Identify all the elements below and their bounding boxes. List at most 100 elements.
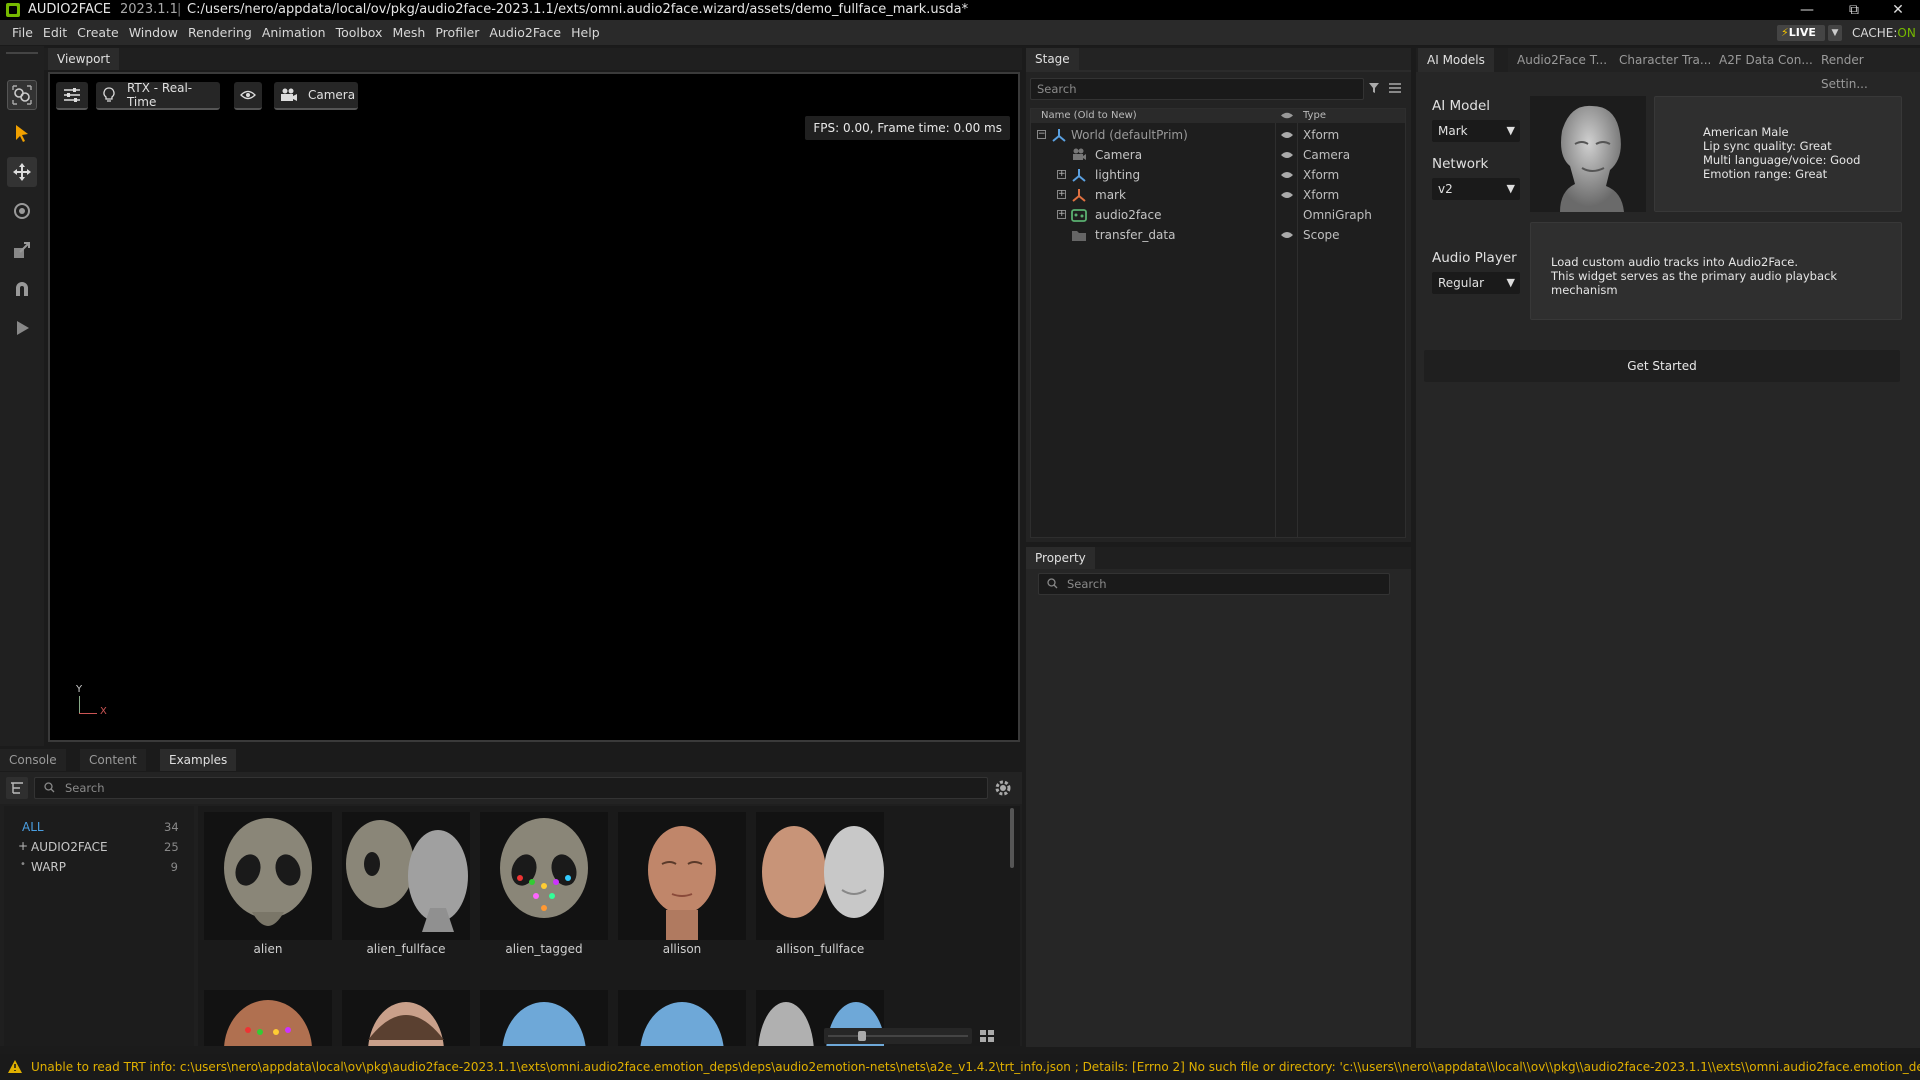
stage-row-lighting[interactable]: + lighting Xform bbox=[1031, 165, 1405, 185]
eye-icon[interactable] bbox=[1281, 150, 1293, 160]
eye-icon[interactable] bbox=[1281, 130, 1293, 140]
category-item-audio2face[interactable]: + AUDIO2FACE 25 bbox=[4, 838, 194, 856]
grid-view-icon[interactable] bbox=[980, 1030, 994, 1042]
viewport-settings-button[interactable] bbox=[56, 82, 88, 110]
model-info-line: Lip sync quality: Great bbox=[1703, 139, 1832, 153]
ai-model-dropdown[interactable]: Mark ▼ bbox=[1432, 120, 1520, 142]
collapse-icon[interactable]: − bbox=[1037, 130, 1046, 139]
expand-icon[interactable]: + bbox=[1057, 170, 1066, 179]
model-info-line: Emotion range: Great bbox=[1703, 167, 1828, 181]
thumbnail-row2-3[interactable] bbox=[480, 990, 608, 1046]
select-arrow-icon[interactable] bbox=[7, 118, 37, 148]
thumbnail-alien-fullface[interactable] bbox=[342, 812, 470, 940]
category-name: WARP bbox=[31, 860, 66, 874]
menu-profiler[interactable]: Profiler bbox=[430, 20, 484, 46]
stage-row-mark[interactable]: + mark Xform bbox=[1031, 185, 1405, 205]
restore-icon[interactable]: ⧉ bbox=[1834, 0, 1874, 20]
tab-property[interactable]: Property bbox=[1026, 547, 1095, 569]
menu-lines-icon[interactable] bbox=[1388, 82, 1402, 94]
expand-icon[interactable]: + bbox=[18, 839, 28, 853]
thumbnail-allison[interactable] bbox=[618, 812, 746, 940]
tab-render-settings[interactable]: Render Settin... bbox=[1812, 48, 1920, 91]
col-name-header[interactable]: Name (Old to New) bbox=[1041, 110, 1137, 121]
category-item-warp[interactable]: • WARP 9 bbox=[4, 858, 194, 876]
vertical-scrollbar[interactable] bbox=[1010, 808, 1014, 868]
left-toolbar bbox=[0, 46, 44, 746]
live-button[interactable]: ⚡LIVE bbox=[1777, 25, 1825, 41]
filter-icon[interactable] bbox=[1368, 82, 1380, 94]
select-mode-icon[interactable] bbox=[7, 80, 37, 110]
eye-icon[interactable] bbox=[1281, 170, 1293, 180]
menu-audio2face[interactable]: Audio2Face bbox=[484, 20, 566, 46]
model-info-line: American Male bbox=[1703, 125, 1789, 139]
menu-toolbox[interactable]: Toolbox bbox=[331, 20, 388, 46]
zoom-slider[interactable] bbox=[824, 1028, 972, 1044]
property-search-input[interactable]: Search bbox=[1038, 573, 1390, 595]
expand-icon[interactable]: + bbox=[1057, 210, 1066, 219]
tab-audio2face-tool[interactable]: Audio2Face T... bbox=[1508, 48, 1617, 72]
minimize-icon[interactable]: — bbox=[1787, 0, 1827, 20]
tab-character-transfer[interactable]: Character Tra... bbox=[1610, 48, 1721, 72]
category-count: 34 bbox=[164, 820, 179, 834]
eye-icon[interactable] bbox=[1281, 190, 1293, 200]
folder-icon bbox=[1072, 231, 1086, 241]
tab-console[interactable]: Console bbox=[0, 749, 66, 771]
examples-search-input[interactable]: Search bbox=[34, 777, 988, 799]
visibility-button[interactable] bbox=[234, 82, 262, 110]
menu-create[interactable]: Create bbox=[72, 20, 124, 46]
thumbnail-row2-2[interactable] bbox=[342, 990, 470, 1046]
menu-file[interactable]: File bbox=[7, 20, 38, 46]
rotate-tool-icon[interactable] bbox=[7, 196, 37, 226]
col-type-header[interactable]: Type bbox=[1303, 110, 1326, 121]
get-started-button[interactable]: Get Started bbox=[1424, 350, 1900, 382]
tab-examples[interactable]: Examples bbox=[160, 749, 237, 771]
tab-a2f-data-conversion[interactable]: A2F Data Con... bbox=[1710, 48, 1822, 72]
tab-content[interactable]: Content bbox=[80, 749, 146, 771]
menu-help[interactable]: Help bbox=[566, 20, 605, 46]
warning-icon bbox=[8, 1060, 22, 1073]
scale-tool-icon[interactable] bbox=[7, 235, 37, 265]
menu-rendering[interactable]: Rendering bbox=[183, 20, 257, 46]
move-tool-icon[interactable] bbox=[7, 157, 37, 187]
blue-head-icon bbox=[618, 990, 746, 1046]
title-separator: | bbox=[177, 2, 182, 17]
close-icon[interactable]: ✕ bbox=[1878, 0, 1918, 20]
menu-mesh[interactable]: Mesh bbox=[387, 20, 430, 46]
tab-ai-models[interactable]: AI Models bbox=[1418, 48, 1494, 72]
thumbnail-allison-fullface[interactable] bbox=[756, 812, 884, 940]
thumbnail-label: allison_fullface bbox=[775, 942, 865, 956]
render-mode-button[interactable]: RTX - Real-Time bbox=[96, 81, 220, 110]
menu-edit[interactable]: Edit bbox=[38, 20, 72, 46]
thumbnail-alien-tagged[interactable] bbox=[480, 812, 608, 940]
zoom-slider-handle[interactable] bbox=[858, 1031, 866, 1041]
status-message: Unable to read TRT info: c:\users\nero\a… bbox=[31, 1060, 1920, 1074]
menu-animation[interactable]: Animation bbox=[257, 20, 331, 46]
thumbnail-row2-4[interactable] bbox=[618, 990, 746, 1046]
stage-row-name: World (defaultPrim) bbox=[1071, 128, 1188, 142]
expand-icon[interactable]: + bbox=[1057, 190, 1066, 199]
viewport-canvas[interactable]: RTX - Real-Time Camera FPS: 0.00, Frame … bbox=[48, 72, 1020, 742]
stage-row-transfer-data[interactable]: transfer_data Scope bbox=[1031, 225, 1405, 245]
tab-stage[interactable]: Stage bbox=[1026, 48, 1079, 70]
stage-row-camera[interactable]: Camera Camera bbox=[1031, 145, 1405, 165]
menu-window[interactable]: Window bbox=[124, 20, 183, 46]
tab-viewport[interactable]: Viewport bbox=[48, 48, 120, 70]
tree-toggle-button[interactable] bbox=[6, 777, 28, 799]
camera-icon bbox=[1073, 148, 1086, 160]
live-dropdown-icon[interactable]: ▼ bbox=[1828, 25, 1842, 41]
play-icon[interactable] bbox=[7, 313, 37, 343]
stage-row-world[interactable]: − World (defaultPrim) Xform bbox=[1031, 125, 1405, 145]
tree-icon bbox=[11, 782, 23, 794]
thumbnail-row2-1[interactable] bbox=[204, 990, 332, 1046]
stage-row-audio2face[interactable]: + audio2face OmniGraph bbox=[1031, 205, 1405, 225]
gear-icon[interactable] bbox=[994, 779, 1012, 797]
stage-row-type: Xform bbox=[1303, 168, 1340, 182]
camera-button[interactable]: Camera bbox=[274, 82, 358, 110]
stage-search-input[interactable]: Search bbox=[1030, 78, 1364, 100]
eye-icon[interactable] bbox=[1281, 230, 1293, 240]
thumbnail-alien[interactable] bbox=[204, 812, 332, 940]
snap-magnet-icon[interactable] bbox=[7, 274, 37, 304]
audio-player-dropdown[interactable]: Regular ▼ bbox=[1432, 272, 1520, 294]
network-dropdown[interactable]: v2 ▼ bbox=[1432, 178, 1520, 200]
category-item-all[interactable]: ALL 34 bbox=[4, 818, 194, 836]
